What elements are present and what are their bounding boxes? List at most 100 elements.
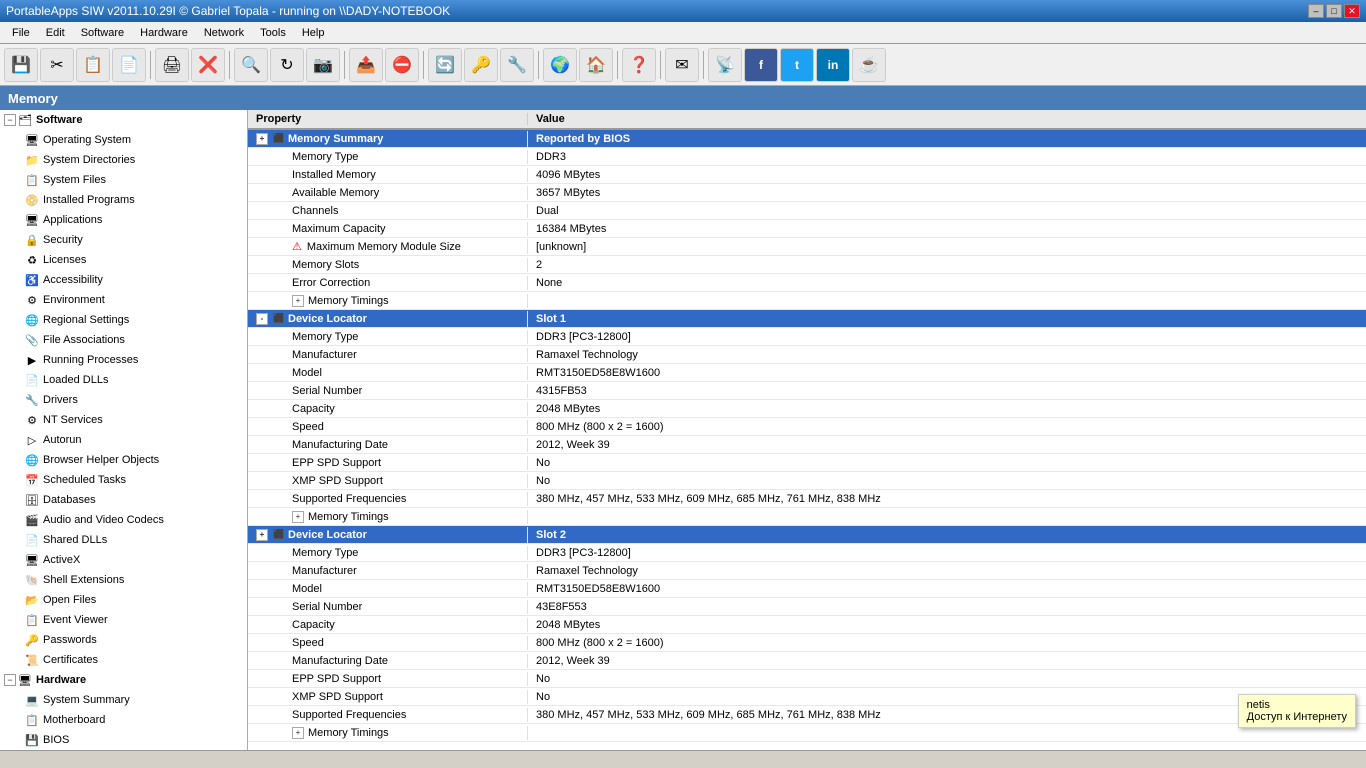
help-button[interactable]: ❓ [622,48,656,82]
cut-button[interactable]: ✂ [40,48,74,82]
table-row: ManufacturerRamaxel Technology [248,346,1366,364]
sidebar-item-certificates[interactable]: 📜Certificates [0,650,247,670]
coffee-button[interactable]: ☕ [852,48,886,82]
sidebar-item-hardware[interactable]: −🖥Hardware [0,670,247,690]
table-row: XMP SPD SupportNo [248,472,1366,490]
sidebar-item-file-associations[interactable]: 📎File Associations [0,330,247,350]
tools-button[interactable]: 🔧 [500,48,534,82]
sidebar-item-shell-extensions[interactable]: 🐚Shell Extensions [0,570,247,590]
maximize-button[interactable]: □ [1326,4,1342,18]
table-row: Available Memory3657 MBytes [248,184,1366,202]
tree-icon: 🖥 [24,132,40,148]
sidebar-item-databases[interactable]: 🗄Databases [0,490,247,510]
menu-item-network[interactable]: Network [196,22,252,43]
cell-property: XMP SPD Support [248,690,528,704]
expand-cell[interactable]: - [256,313,268,325]
sidebar-item-motherboard[interactable]: 📋Motherboard [0,710,247,730]
sidebar-item-drivers[interactable]: 🔧Drivers [0,390,247,410]
property-text: Capacity [292,403,335,415]
sidebar-item-nt-services[interactable]: ⚙NT Services [0,410,247,430]
tree-icon: 📜 [24,652,40,668]
cell-value: 800 MHz (800 x 2 = 1600) [528,636,1366,650]
table-row: ⚠Maximum Memory Module Size[unknown] [248,238,1366,256]
menu-item-edit[interactable]: Edit [38,22,73,43]
table-row[interactable]: +⬛Device LocatorSlot 2 [248,526,1366,544]
sync-button[interactable]: 🔄 [428,48,462,82]
menu-item-tools[interactable]: Tools [252,22,294,43]
key-button[interactable]: 🔑 [464,48,498,82]
titlebar-controls[interactable]: – □ ✕ [1308,4,1360,18]
table-row[interactable]: +⬛Memory SummaryReported by BIOS [248,130,1366,148]
expand-cell[interactable]: + [292,295,304,307]
sidebar-item-system-summary[interactable]: 💻System Summary [0,690,247,710]
expand-cell[interactable]: + [256,529,268,541]
sidebar-item-browser-helper-objects[interactable]: 🌐Browser Helper Objects [0,450,247,470]
blank-button[interactable]: 📄 [112,48,146,82]
menu-item-hardware[interactable]: Hardware [132,22,196,43]
menu-item-file[interactable]: File [4,22,38,43]
sidebar-item-event-viewer[interactable]: 📋Event Viewer [0,610,247,630]
table-row: Memory TypeDDR3 [PC3-12800] [248,544,1366,562]
expand-icon[interactable]: − [4,674,16,686]
table-row[interactable]: -⬛Device LocatorSlot 1 [248,310,1366,328]
sidebar-item-operating-system[interactable]: 🖥Operating System [0,130,247,150]
sidebar-item-installed-programs[interactable]: 📀Installed Programs [0,190,247,210]
sidebar-item-software[interactable]: −🗂Software [0,110,247,130]
sidebar-item-licenses[interactable]: ♻Licenses [0,250,247,270]
sidebar-item-audio-and-video-codecs[interactable]: 🎬Audio and Video Codecs [0,510,247,530]
sidebar-item-bios[interactable]: 💾BIOS [0,730,247,750]
email-button[interactable]: ✉ [665,48,699,82]
sidebar-label: System Files [43,174,106,186]
sidebar[interactable]: −🗂Software🖥Operating System📁System Direc… [0,110,248,750]
facebook-button[interactable]: f [744,48,778,82]
sidebar-item-passwords[interactable]: 🔑Passwords [0,630,247,650]
linkedin-button[interactable]: in [816,48,850,82]
sidebar-item-environment[interactable]: ⚙Environment [0,290,247,310]
sidebar-item-activex[interactable]: 🖥ActiveX [0,550,247,570]
property-text: Capacity [292,619,335,631]
sidebar-item-accessibility[interactable]: ♿Accessibility [0,270,247,290]
sidebar-item-open-files[interactable]: 📂Open Files [0,590,247,610]
expand-cell[interactable]: + [292,511,304,523]
copy-button[interactable]: 📋 [76,48,110,82]
sidebar-item-shared-dlls[interactable]: 📄Shared DLLs [0,530,247,550]
search-button[interactable]: 🔍 [234,48,268,82]
cell-value: [unknown] [528,240,1366,254]
sidebar-label: Certificates [43,654,98,666]
refresh-button[interactable]: ↻ [270,48,304,82]
sidebar-item-regional-settings[interactable]: 🌐Regional Settings [0,310,247,330]
sidebar-item-running-processes[interactable]: ▶Running Processes [0,350,247,370]
globe-button[interactable]: 🌍 [543,48,577,82]
save-button[interactable]: 💾 [4,48,38,82]
twitter-button[interactable]: t [780,48,814,82]
minimize-button[interactable]: – [1308,4,1324,18]
home-button[interactable]: 🏠 [579,48,613,82]
cell-property: +⬛Device Locator [248,527,528,543]
close-button[interactable]: ❌ [191,48,225,82]
expand-icon[interactable]: − [4,114,16,126]
sidebar-item-autorun[interactable]: ▷Autorun [0,430,247,450]
photo-button[interactable]: 📷 [306,48,340,82]
table-row: Memory TypeDDR3 [PC3-12800] [248,328,1366,346]
sidebar-label: Accessibility [43,274,103,286]
cell-property: Installed Memory [248,168,528,182]
sidebar-item-system-directories[interactable]: 📁System Directories [0,150,247,170]
sidebar-item-scheduled-tasks[interactable]: 📅Scheduled Tasks [0,470,247,490]
property-text: Manufacturer [292,565,357,577]
close-button[interactable]: ✕ [1344,4,1360,18]
section-row-icon: ⬛ [272,132,286,146]
expand-cell[interactable]: + [256,133,268,145]
sidebar-item-system-files[interactable]: 📋System Files [0,170,247,190]
sidebar-item-applications[interactable]: 🖥Applications [0,210,247,230]
expand-cell[interactable]: + [292,727,304,739]
rss-button[interactable]: 📡 [708,48,742,82]
stop-button[interactable]: ⛔ [385,48,419,82]
menu-item-help[interactable]: Help [294,22,333,43]
sidebar-item-loaded-dlls[interactable]: 📄Loaded DLLs [0,370,247,390]
sidebar-item-security[interactable]: 🔒Security [0,230,247,250]
tree-icon: 📂 [24,592,40,608]
menu-item-software[interactable]: Software [73,22,132,43]
property-text: Supported Frequencies [292,709,406,721]
export-button[interactable]: 📤 [349,48,383,82]
print-button[interactable]: 🖨 [155,48,189,82]
